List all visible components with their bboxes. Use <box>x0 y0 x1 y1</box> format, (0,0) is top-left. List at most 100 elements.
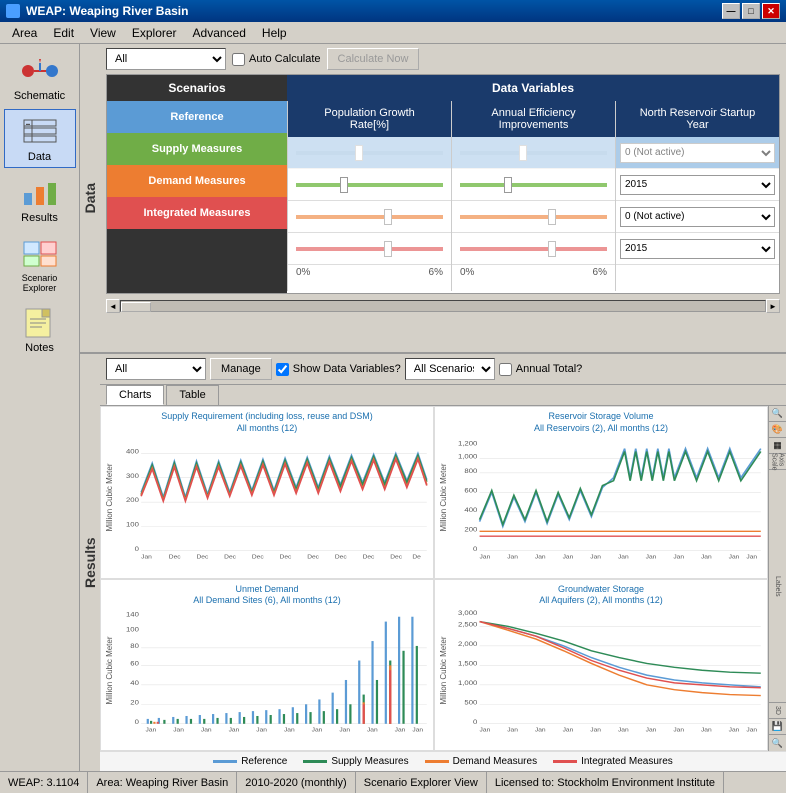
axis-scale-label: Axis Scale <box>769 454 786 470</box>
menu-area[interactable]: Area <box>4 24 45 42</box>
auto-calculate-checkbox-label[interactable]: Auto Calculate <box>232 53 321 66</box>
sidebar-item-results[interactable]: Results <box>4 170 76 229</box>
data-vars-header: Data Variables <box>287 75 779 101</box>
chart3-ylabel: Million Cubic Meter <box>105 607 119 734</box>
col3-row3-dropdown[interactable]: 0 (Not active)2015 <box>620 207 775 227</box>
close-button[interactable]: ✕ <box>762 3 780 19</box>
svg-text:Dec: Dec <box>307 554 319 561</box>
svg-text:Dec: Dec <box>197 554 209 561</box>
svg-text:Jan: Jan <box>480 727 491 734</box>
annual-total-checkbox[interactable] <box>499 363 512 376</box>
chart-unmet-demand: Unmet Demand All Demand Sites (6), All m… <box>100 579 434 752</box>
svg-text:▬: ▬ <box>26 121 30 126</box>
status-period: 2010-2020 (monthly) <box>237 772 356 793</box>
sidebar-item-schematic[interactable]: Schematic <box>4 48 76 107</box>
data-scenario-dropdown[interactable]: All <box>106 48 226 70</box>
show-data-vars-checkbox-label[interactable]: Show Data Variables? <box>276 363 401 376</box>
chart1-ylabel: Million Cubic Meter <box>105 434 119 561</box>
scenario-reference-row[interactable]: Reference <box>107 101 287 133</box>
sidebar-data-label: Data <box>28 151 51 163</box>
svg-text:Jan: Jan <box>480 554 491 561</box>
menu-edit[interactable]: Edit <box>45 24 82 42</box>
svg-text:Jan: Jan <box>507 727 518 734</box>
svg-text:140: 140 <box>126 610 139 618</box>
svg-text:1,000: 1,000 <box>458 452 477 460</box>
svg-text:Jan: Jan <box>535 727 546 734</box>
svg-text:Jan: Jan <box>646 727 657 734</box>
col3-row1-dropdown[interactable]: 0 (Not active)2015 <box>620 143 775 163</box>
svg-text:Jan: Jan <box>563 727 574 734</box>
maximize-button[interactable]: □ <box>742 3 760 19</box>
tab-table[interactable]: Table <box>166 385 218 405</box>
svg-text:2,500: 2,500 <box>458 620 477 628</box>
scenario-integrated-row[interactable]: Integrated Measures <box>107 197 287 229</box>
sidebar-scenario-label: Scenario Explorer <box>7 273 73 293</box>
svg-text:Jan: Jan <box>141 554 152 561</box>
chart2-ylabel: Million Cubic Meter <box>439 434 453 561</box>
svg-text:1,200: 1,200 <box>458 440 477 448</box>
legend-reference-line <box>213 760 237 763</box>
window-title: WEAP: Weaping River Basin <box>26 4 188 18</box>
save-chart-button[interactable]: 💾 <box>769 719 786 735</box>
scenario-demand-row[interactable]: Demand Measures <box>107 165 287 197</box>
menu-explorer[interactable]: Explorer <box>124 24 185 42</box>
all-scenarios-dropdown[interactable]: All Scenarios <box>405 358 495 380</box>
col2-header: Annual Efficiency Improvements <box>452 101 615 137</box>
chart3-title: Unmet Demand All Demand Sites (6), All m… <box>105 584 429 607</box>
chart-side-toolbar: 🔍 🎨 ▦ Axis Scale Labels 3D 💾 <box>768 406 786 751</box>
col3-row2-dropdown[interactable]: 20150 (Not active) <box>620 175 775 195</box>
menu-bar: Area Edit View Explorer Advanced Help <box>0 22 786 44</box>
svg-text:3,000: 3,000 <box>458 608 477 616</box>
table-icon-button[interactable]: ▦ <box>769 438 786 454</box>
sidebar: Schematic ▬ Data <box>0 44 80 771</box>
calculate-now-button[interactable]: Calculate Now <box>327 48 420 70</box>
auto-calculate-checkbox[interactable] <box>232 53 245 66</box>
svg-text:Jan: Jan <box>746 554 757 561</box>
svg-text:400: 400 <box>464 506 477 514</box>
menu-help[interactable]: Help <box>254 24 295 42</box>
scroll-left-button[interactable]: ◄ <box>106 299 120 313</box>
legend-reference: Reference <box>213 756 287 767</box>
svg-text:800: 800 <box>464 467 477 475</box>
chart1-title: Supply Requirement (including loss, reus… <box>105 411 429 434</box>
svg-text:Jan: Jan <box>507 554 518 561</box>
svg-text:Dec: Dec <box>252 554 264 561</box>
svg-text:80: 80 <box>130 641 139 649</box>
chart-groundwater-storage: Groundwater Storage All Aquifers (2), Al… <box>434 579 768 752</box>
annual-total-checkbox-label[interactable]: Annual Total? <box>499 363 582 376</box>
svg-text:Dec: Dec <box>363 554 375 561</box>
show-data-vars-checkbox[interactable] <box>276 363 289 376</box>
svg-text:Jan: Jan <box>256 727 267 734</box>
col3-row4-dropdown[interactable]: 20150 (Not active) <box>620 239 775 259</box>
chart-supply-requirement: Supply Requirement (including loss, reus… <box>100 406 434 579</box>
legend-demand-line <box>425 760 449 763</box>
svg-text:Jan: Jan <box>173 727 184 734</box>
title-bar: WEAP: Weaping River Basin — □ ✕ <box>0 0 786 22</box>
sidebar-item-notes[interactable]: Notes <box>4 300 76 359</box>
svg-text:Jan: Jan <box>590 727 601 734</box>
search-chart-button[interactable]: 🔍 <box>769 735 786 751</box>
tab-charts[interactable]: Charts <box>106 385 164 405</box>
menu-advanced[interactable]: Advanced <box>185 24 254 42</box>
svg-text:Jan: Jan <box>395 727 406 734</box>
color-button[interactable]: 🎨 <box>769 422 786 438</box>
labels-label: Labels <box>769 470 786 703</box>
svg-text:Jan: Jan <box>618 727 629 734</box>
manage-button[interactable]: Manage <box>210 358 272 380</box>
sidebar-item-data[interactable]: ▬ Data <box>4 109 76 168</box>
menu-view[interactable]: View <box>82 24 124 42</box>
chart2-title: Reservoir Storage Volume All Reservoirs … <box>439 411 763 434</box>
scroll-right-button[interactable]: ► <box>766 299 780 313</box>
svg-text:Jan: Jan <box>646 554 657 561</box>
svg-text:Jan: Jan <box>563 554 574 561</box>
results-scenario-dropdown[interactable]: All <box>106 358 206 380</box>
minimize-button[interactable]: — <box>722 3 740 19</box>
svg-text:Dec: Dec <box>390 554 402 561</box>
scenario-supply-row[interactable]: Supply Measures <box>107 133 287 165</box>
chart-tabs: Charts Table <box>100 385 786 406</box>
zoom-button[interactable]: 🔍 <box>769 406 786 422</box>
sidebar-item-scenario-explorer[interactable]: Scenario Explorer <box>4 231 76 298</box>
status-area: Area: Weaping River Basin <box>88 772 237 793</box>
svg-text:Dec: Dec <box>169 554 181 561</box>
sidebar-notes-label: Notes <box>25 342 54 354</box>
